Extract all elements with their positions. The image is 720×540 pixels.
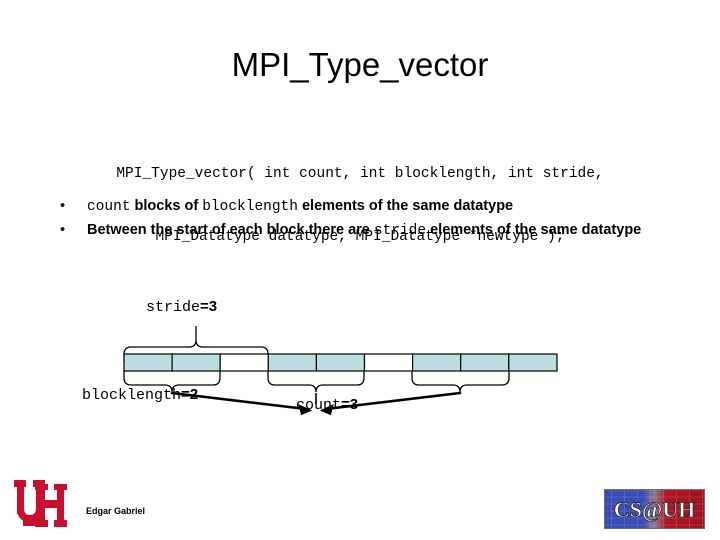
bullet-list: • count blocks of blocklength elements o… (50, 196, 675, 244)
bullet-part-code: stride (373, 223, 427, 239)
bar-cell-filled (171, 353, 221, 372)
bullet-marker: • (60, 198, 66, 214)
count-label: count=3 (296, 396, 358, 414)
csuh-logo: CS@UH (604, 489, 705, 529)
blocklength-label-name: blocklength (82, 387, 182, 404)
uh-logo-icon (14, 480, 67, 527)
stride-label-value: =3 (200, 298, 218, 315)
page-title: MPI_Type_vector (231, 46, 489, 83)
bullet-part-text: elements of the same datatype (297, 198, 514, 214)
bullet-marker: • (60, 222, 66, 238)
list-item: • count blocks of blocklength elements o… (50, 196, 675, 218)
csuh-logo-icon: CS@UH (605, 490, 704, 528)
bar-cell-empty (363, 353, 414, 372)
uh-logo (12, 478, 68, 530)
bar-cell-filled (412, 353, 462, 372)
bullet-part-code: blocklength (202, 199, 298, 215)
bar-cell-filled (460, 353, 510, 372)
blocklength-label-value: =2 (181, 386, 199, 403)
bar-cell-empty (219, 353, 269, 372)
stride-label: stride=3 (146, 298, 217, 316)
slide: MPI_Type_vector MPI_Type_vector( int cou… (0, 0, 720, 540)
bullet-part-code: count (87, 199, 131, 215)
bullet-part-text: Between the start of each block there ar… (87, 222, 374, 238)
bullet-part-text: blocks of (130, 198, 203, 214)
bar-cell-filled (123, 353, 173, 372)
vector-diagram: stride=3 blocklength=2 count=3 (0, 292, 720, 432)
element-bar (123, 353, 558, 372)
author-footer: Edgar Gabriel (86, 506, 146, 516)
blocklength-label: blocklength=2 (82, 386, 198, 404)
count-label-name: count (296, 397, 342, 414)
count-label-value: =3 (341, 396, 359, 413)
bar-cell-filled (267, 353, 317, 372)
signature-line-1: MPI_Type_vector( int count, int blocklen… (116, 166, 604, 182)
diagram-graphics (123, 326, 558, 416)
svg-text:CS@UH: CS@UH (614, 497, 696, 522)
bar-cell-filled (508, 353, 558, 372)
bullet-part-text: elements of the same datatype (426, 222, 642, 238)
list-item: • Between the start of each block there … (50, 220, 675, 242)
stride-label-name: stride (146, 299, 201, 316)
bar-cell-filled (315, 353, 366, 372)
